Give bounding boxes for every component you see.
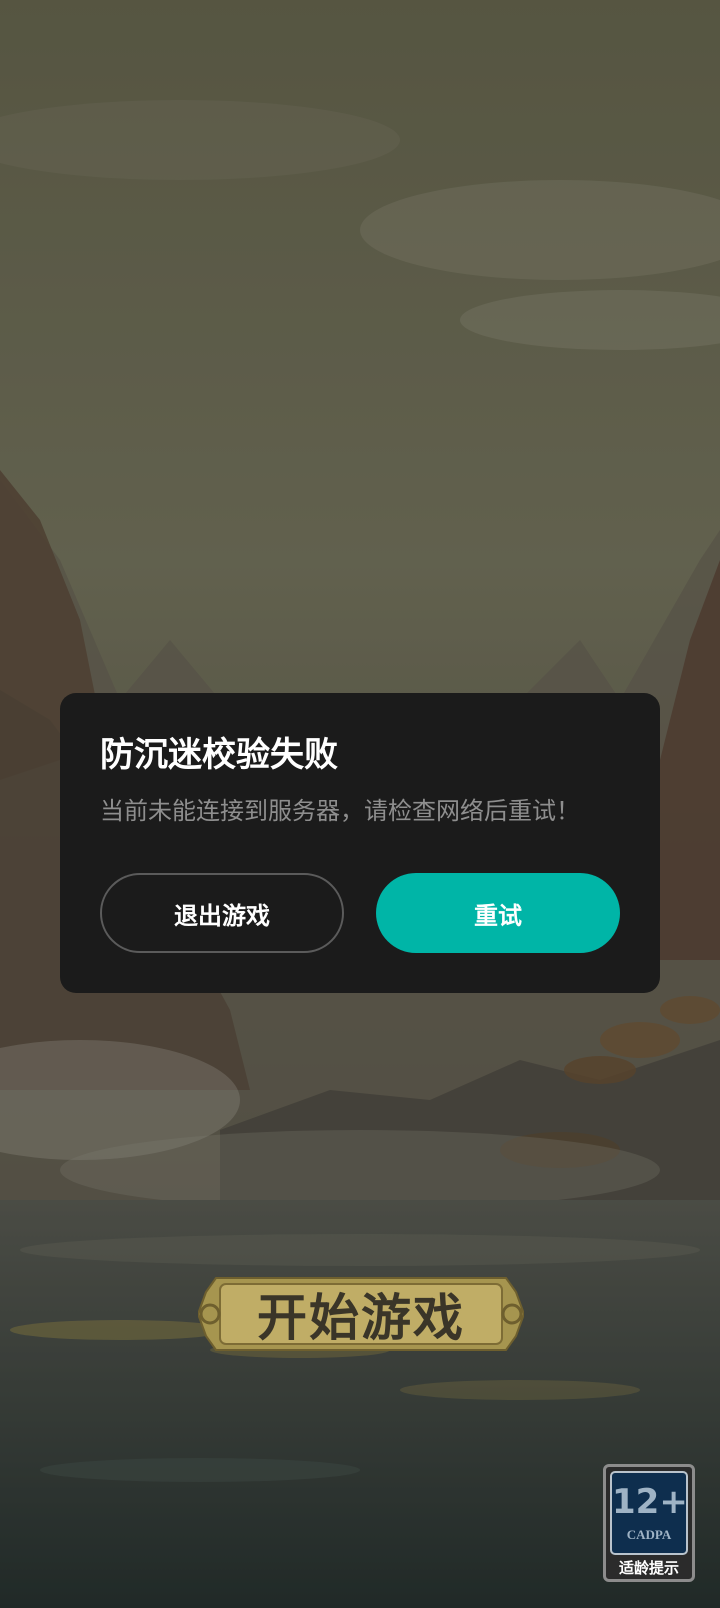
dialog-title: 防沉迷校验失败 (100, 735, 338, 775)
retry-label: 重试 (474, 901, 522, 930)
start-game-button[interactable]: 开始游戏 (198, 1270, 524, 1358)
dialog-button-row: 退出游戏 重试 (100, 873, 620, 953)
start-game-label: 开始游戏 (257, 1288, 465, 1347)
exit-game-button[interactable]: 退出游戏 (100, 873, 344, 953)
exit-game-label: 退出游戏 (174, 901, 270, 930)
dialog-message: 当前未能连接到服务器，请检查网络后重试！ (100, 797, 580, 825)
age-rating-icon: 12+ CADPA (610, 1471, 688, 1555)
age-rating-tip: 适龄提示 (618, 1559, 679, 1577)
anti-addiction-error-dialog: 防沉迷校验失败 当前未能连接到服务器，请检查网络后重试！ 退出游戏 重试 (60, 693, 660, 993)
game-screen: 开始游戏 12+ CADPA 适龄提示 防沉迷校验失败 当前未能连接到服务器，请… (0, 0, 720, 1608)
age-rating-number: 12+ (612, 1482, 688, 1522)
age-rating-badge: 12+ CADPA 适龄提示 (603, 1464, 695, 1582)
retry-button[interactable]: 重试 (376, 873, 620, 953)
age-rating-org: CADPA (626, 1527, 672, 1542)
